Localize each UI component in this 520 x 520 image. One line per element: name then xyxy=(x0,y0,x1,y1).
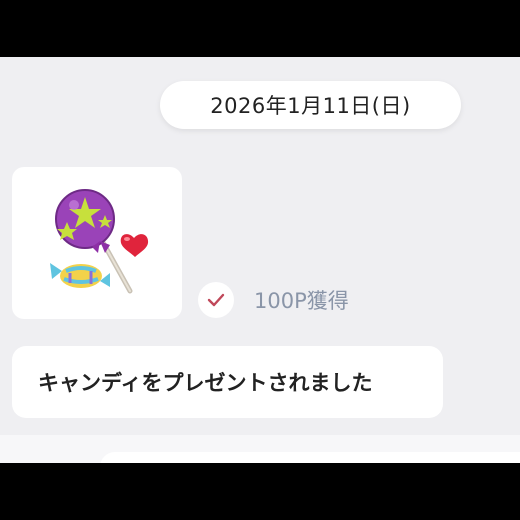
candy-sticker-icon xyxy=(50,189,149,294)
date-label: 2026年1月11日(日) xyxy=(210,94,411,118)
message-text: キャンディをプレゼントされました xyxy=(38,371,373,395)
read-check-badge xyxy=(198,282,234,318)
date-pill: 2026年1月11日(日) xyxy=(160,81,461,129)
check-icon xyxy=(207,293,225,307)
points-earned-text: 100P獲得 xyxy=(254,289,349,313)
sticker-card[interactable] xyxy=(12,167,182,319)
bottom-black-bar xyxy=(0,463,520,520)
message-bubble[interactable]: キャンディをプレゼントされました xyxy=(12,346,443,418)
top-black-bar xyxy=(0,0,520,57)
